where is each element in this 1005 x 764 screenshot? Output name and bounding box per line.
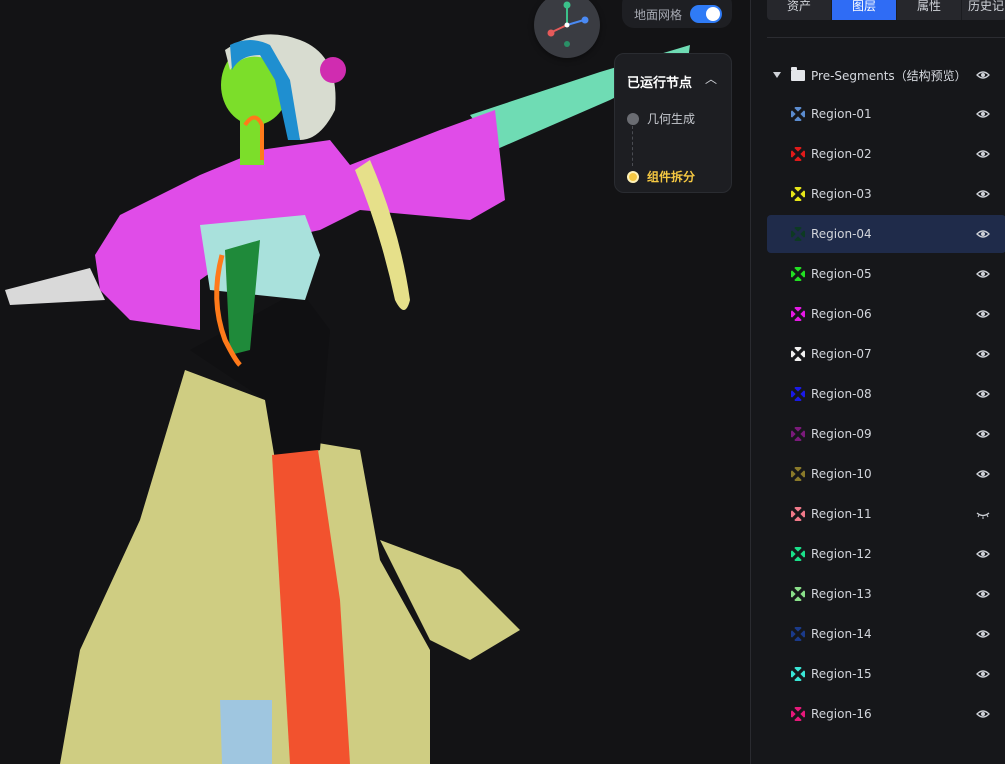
layers-panel: 资产 图层 属性 历史记 Pre-Segments（结构预览） Region-0…: [750, 0, 1005, 764]
layer-label: Region-04: [811, 227, 872, 241]
layer-label: Region-10: [811, 467, 872, 481]
region-color-icon: [791, 347, 805, 361]
layer-row[interactable]: Region-08: [767, 375, 1005, 413]
eye-icon[interactable]: [976, 427, 990, 441]
layer-row[interactable]: Region-11: [767, 495, 1005, 533]
layer-label: Region-03: [811, 187, 872, 201]
eye-icon[interactable]: [976, 347, 990, 361]
region-color-icon: [791, 107, 805, 121]
layer-label: Region-02: [811, 147, 872, 161]
tree-root-pre-segments[interactable]: Pre-Segments（结构预览）: [767, 62, 1005, 88]
eye-icon[interactable]: [976, 307, 990, 321]
region-color-icon: [791, 627, 805, 641]
layer-row[interactable]: Region-02: [767, 135, 1005, 173]
tab-layers[interactable]: 图层: [832, 0, 897, 20]
ground-grid-toggle[interactable]: 地面网格: [622, 0, 732, 28]
region-color-icon: [791, 387, 805, 401]
node-done-icon: [627, 112, 639, 125]
layer-label: Region-06: [811, 307, 872, 321]
region-color-icon: [791, 427, 805, 441]
eye-closed-icon[interactable]: [976, 507, 990, 521]
ground-grid-label: 地面网格: [634, 7, 683, 22]
node-label: 组件拆分: [647, 170, 696, 184]
eye-icon[interactable]: [976, 387, 990, 401]
layer-row[interactable]: Region-07: [767, 335, 1005, 373]
layer-label: Region-08: [811, 387, 872, 401]
layer-row[interactable]: Region-09: [767, 415, 1005, 453]
layer-label: Region-01: [811, 107, 872, 121]
tab-history[interactable]: 历史记: [962, 0, 1005, 20]
region-color-icon: [791, 707, 805, 721]
layer-row[interactable]: Region-16: [767, 695, 1005, 733]
3d-viewport[interactable]: 地面网格 已运行节点 ︿ 几何生成 组件拆分: [0, 0, 750, 764]
eye-icon[interactable]: [976, 267, 990, 281]
layer-label: Region-07: [811, 347, 872, 361]
region-color-icon: [791, 227, 805, 241]
eye-icon[interactable]: [976, 467, 990, 481]
layer-label: Region-09: [811, 427, 872, 441]
caret-down-icon[interactable]: [773, 72, 781, 78]
layer-row[interactable]: Region-15: [767, 655, 1005, 693]
eye-icon[interactable]: [976, 68, 990, 82]
eye-icon[interactable]: [976, 187, 990, 201]
region-color-icon: [791, 267, 805, 281]
axis-gizmo-icon: [547, 1, 589, 47]
executed-nodes-panel: 已运行节点 ︿ 几何生成 组件拆分: [614, 53, 732, 193]
layer-row[interactable]: Region-12: [767, 535, 1005, 573]
eye-icon[interactable]: [976, 547, 990, 561]
layer-label: Region-14: [811, 627, 872, 641]
eye-icon[interactable]: [976, 667, 990, 681]
node-geometry-generation[interactable]: 几何生成: [627, 110, 695, 127]
model-left-arm: [5, 268, 105, 305]
tree-root-label: Pre-Segments（结构预览）: [811, 68, 967, 83]
node-label: 几何生成: [647, 112, 696, 126]
eye-icon[interactable]: [976, 107, 990, 121]
layer-label: Region-11: [811, 507, 872, 521]
layer-label: Region-12: [811, 547, 872, 561]
chevron-up-icon[interactable]: ︿: [705, 70, 717, 87]
orientation-gizmo[interactable]: [534, 0, 600, 58]
panel-tabs: 资产 图层 属性 历史记: [767, 0, 1005, 20]
layer-row[interactable]: Region-10: [767, 455, 1005, 493]
node-active-icon: [627, 170, 639, 183]
executed-nodes-title: 已运行节点: [627, 76, 693, 91]
layer-row[interactable]: Region-01: [767, 95, 1005, 133]
region-color-icon: [791, 187, 805, 201]
region-color-icon: [791, 467, 805, 481]
node-component-split[interactable]: 组件拆分: [627, 168, 695, 185]
layer-row[interactable]: Region-13: [767, 575, 1005, 613]
layer-row[interactable]: Region-06: [767, 295, 1005, 333]
eye-icon[interactable]: [976, 227, 990, 241]
eye-icon[interactable]: [976, 627, 990, 641]
layer-label: Region-15: [811, 667, 872, 681]
tab-properties[interactable]: 属性: [897, 0, 962, 20]
panel-divider: [767, 37, 1005, 38]
layer-row[interactable]: Region-04: [767, 215, 1005, 253]
region-color-icon: [791, 547, 805, 561]
layer-label: Region-05: [811, 267, 872, 281]
layer-label: Region-16: [811, 707, 872, 721]
layer-row[interactable]: Region-14: [767, 615, 1005, 653]
region-color-icon: [791, 667, 805, 681]
folder-icon: [791, 66, 805, 81]
eye-icon[interactable]: [976, 587, 990, 601]
region-color-icon: [791, 147, 805, 161]
region-color-icon: [791, 307, 805, 321]
node-connector: [632, 126, 633, 166]
ground-grid-switch[interactable]: [690, 5, 722, 23]
layer-row[interactable]: Region-05: [767, 255, 1005, 293]
layer-label: Region-13: [811, 587, 872, 601]
eye-icon[interactable]: [976, 147, 990, 161]
eye-icon[interactable]: [976, 707, 990, 721]
tab-assets[interactable]: 资产: [767, 0, 832, 20]
region-color-icon: [791, 507, 805, 521]
region-color-icon: [791, 587, 805, 601]
layer-row[interactable]: Region-03: [767, 175, 1005, 213]
